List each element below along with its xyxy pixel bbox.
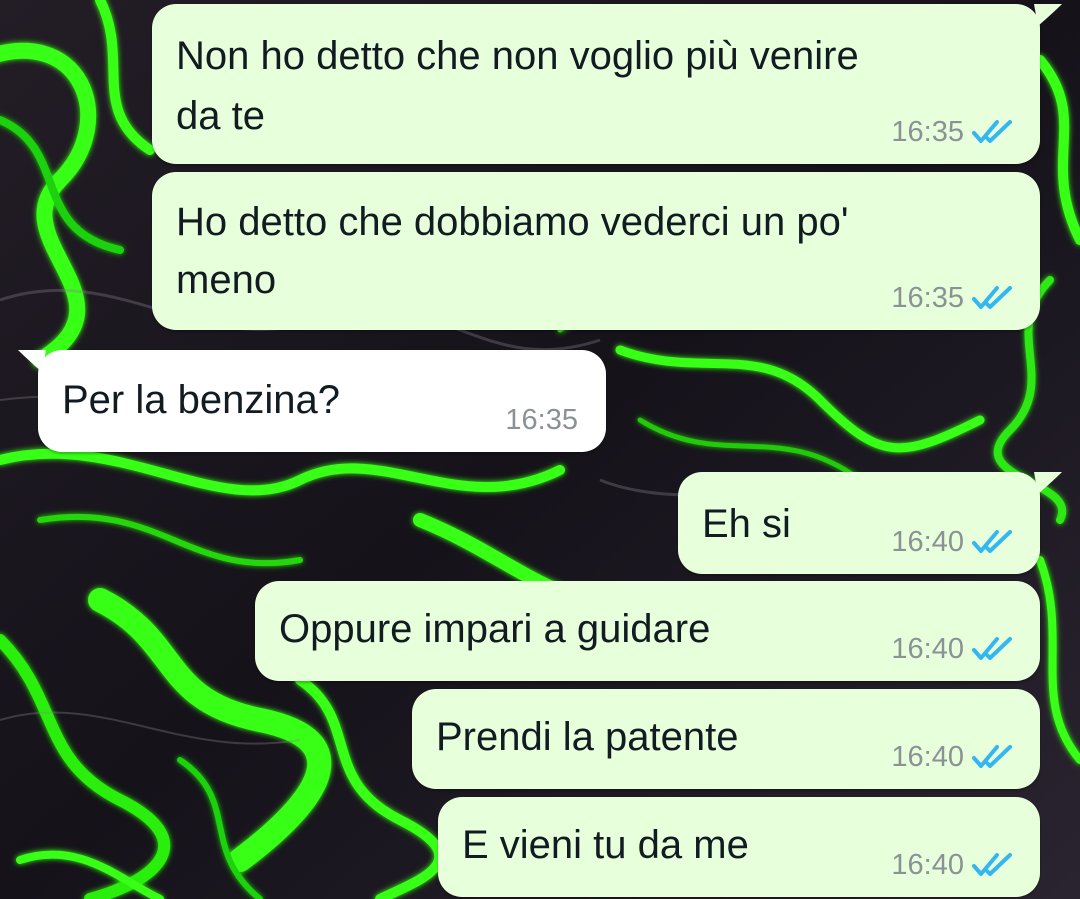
outgoing-message[interactable]: Prendi la patente 16:40	[412, 689, 1040, 789]
message-text: da te	[176, 94, 265, 138]
message-text: Oppure impari a guidare	[279, 607, 711, 651]
double-check-icon	[972, 120, 1012, 143]
incoming-message[interactable]: Per la benzina? 16:35	[18, 350, 606, 452]
outgoing-message[interactable]: Ho detto che dobbiamo vederci un po' men…	[152, 172, 1040, 330]
bubble-tail	[1034, 4, 1062, 26]
message-meta: 16:40	[891, 741, 1016, 773]
message-text: meno	[176, 258, 277, 302]
message-time: 16:35	[505, 404, 578, 436]
message-meta: 16:40	[891, 526, 1016, 558]
message-text: Ho detto che dobbiamo vederci un po'	[176, 200, 849, 244]
message-time: 16:35	[891, 116, 964, 148]
double-check-icon	[972, 853, 1012, 876]
message-time: 16:35	[891, 282, 964, 314]
double-check-icon	[972, 637, 1012, 660]
message-time: 16:40	[891, 526, 964, 558]
message-meta: 16:40	[891, 849, 1016, 881]
outgoing-message[interactable]: Eh si 16:40	[678, 472, 1062, 574]
message-text: Prendi la patente	[436, 715, 739, 759]
message-text: E vieni tu da me	[462, 823, 749, 867]
bubble-tail	[1034, 472, 1062, 494]
message-time: 16:40	[891, 741, 964, 773]
message-time: 16:40	[891, 633, 964, 665]
double-check-icon	[972, 530, 1012, 553]
message-meta: 16:35	[891, 116, 1016, 148]
outgoing-message[interactable]: E vieni tu da me 16:40	[438, 797, 1040, 897]
message-meta: 16:35	[891, 282, 1016, 314]
message-text: Non ho detto che non voglio più venire	[176, 34, 859, 78]
outgoing-message[interactable]: Oppure impari a guidare 16:40	[255, 581, 1040, 681]
message-text: Per la benzina?	[62, 378, 340, 422]
message-text: Eh si	[702, 502, 791, 546]
message-meta: 16:40	[891, 633, 1016, 665]
message-time: 16:40	[891, 849, 964, 881]
outgoing-message[interactable]: Non ho detto che non voglio più venire d…	[152, 4, 1062, 164]
double-check-icon	[972, 286, 1012, 309]
message-meta: 16:35	[505, 404, 578, 436]
double-check-icon	[972, 745, 1012, 768]
bubble-tail	[18, 350, 46, 372]
